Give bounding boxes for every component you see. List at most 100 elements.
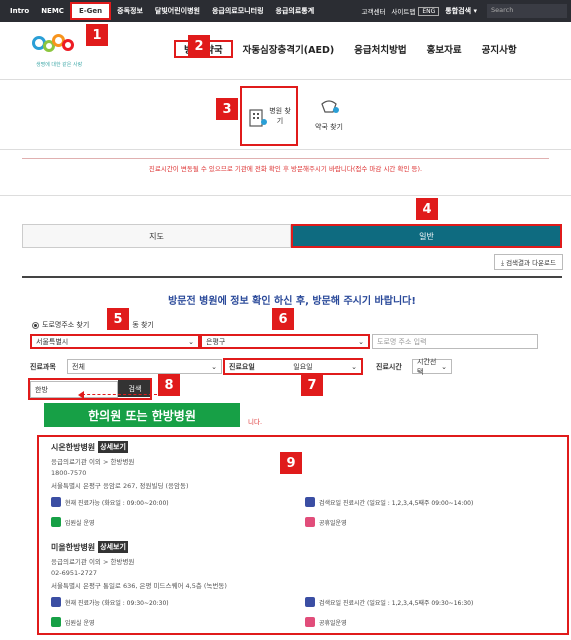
results-list: 시온한방병원 상세보기 응급의료기관 이외 > 한방병원 1800-7570 서… [37,435,569,635]
radio-road-label: 도로명주소 찾기 [42,321,90,329]
calendar-icon [305,617,315,627]
day-label: 진료요일 [229,362,255,371]
annotation-badge-3: 3 [216,98,238,120]
nav-first-aid[interactable]: 응급처치방법 [344,40,416,58]
status-search: 검색요일 진료시간 (일요일 : 1,2,3,4,5째주 09:30~16:30… [319,599,474,607]
calendar-icon [305,517,315,527]
filter-box: 방문전 병원에 정보 확인 하신 후, 방문해 주시기 바랍니다! 도로명주소 … [22,276,562,424]
hospital-phone: 02-6951-2727 [51,569,98,577]
tab-pharmacy-search[interactable]: 약국 찾기 [300,86,358,146]
holiday-status: 공휴일운영 [319,519,347,527]
tab-hospital-search[interactable]: 병원 찾기 [240,86,298,146]
detail-button[interactable]: 상세보기 [98,541,128,553]
time-select-value: 시간선택 [417,357,437,376]
annotation-badge-5: 5 [107,308,129,330]
status-search: 검색요일 진료시간 (일요일 : 1,2,3,4,5째주 09:00~14:00… [319,499,474,507]
topbar-sitemap[interactable]: 사이트맵 [388,6,418,16]
road-address-input[interactable]: 도로명 주소 입력 [372,334,538,349]
clock-icon [51,597,61,607]
nav-aed[interactable]: 자동심장충격기(AED) [233,40,345,58]
holiday-status: 공휴일운영 [319,619,347,627]
chevron-down-icon: ⌄ [441,362,447,371]
lang-button[interactable]: ENG [418,6,440,16]
filter-headline: 방문전 병원에 정보 확인 하신 후, 방문해 주시기 바랍니다! [168,296,416,307]
nav-notice[interactable]: 공지사항 [472,40,527,58]
annotation-badge-6: 6 [272,308,294,330]
tab-general[interactable]: 일반 [291,224,562,248]
radio-group: 도로명주소 찾기 동 찾기 [32,320,154,330]
dept-select-value: 전체 [72,362,85,371]
district-select-value: 은평구 [206,337,226,346]
pharmacy-icon [318,96,340,116]
topbar-egen[interactable]: E-Gen [69,2,112,20]
hospital-name[interactable]: 미올한방병원 [51,542,95,553]
view-tabs: 지도 일반 [22,224,562,248]
chevron-down-icon: ⌄ [351,362,357,371]
topbar-poison[interactable]: 중독정보 [111,6,149,16]
list-item: 미올한방병원 상세보기 응급의료기관 이외 > 한방병원 02-6951-272… [51,541,561,633]
annotation-badge-9: 9 [280,452,302,474]
integrated-search[interactable]: 통합검색 ▾ [439,6,483,16]
radio-road-address[interactable] [32,321,39,329]
day-select-value: 일요일 [293,362,313,371]
hospital-type: 응급의료기관 이외 > 한방병원 [51,458,135,466]
tab-hospital-label: 병원 찾기 [269,107,291,125]
bed-icon [51,517,61,527]
topbar-statistics[interactable]: 응급의료통계 [270,6,321,16]
chevron-down-icon: ⌄ [358,337,364,346]
dept-select[interactable]: 전체 ⌄ [67,359,222,374]
chevron-down-icon: ⌄ [211,362,217,371]
annotation-badge-8: 8 [158,374,180,396]
annotation-badge-7: 7 [301,374,323,396]
logo[interactable]: 생명에 대한 같은 사랑 [30,30,83,70]
day-select[interactable]: 진료요일 일요일 ⌄ [223,358,363,375]
hospital-phone: 1800-7570 [51,469,87,477]
annotation-badge-2: 2 [188,35,210,57]
tab-map[interactable]: 지도 [22,224,291,248]
city-select[interactable]: 서울특별시 ⌄ [30,334,200,349]
notice-text: 진료시간이 변동될 수 있으므로 기관에 전화 확인 후 방문해주시기 바랍니다… [22,158,549,173]
inpatient-status: 입원실 운영 [65,519,95,527]
inpatient-status: 입원실 운영 [65,619,95,627]
topbar-monitoring[interactable]: 응급의료모니터링 [206,6,270,16]
status-now: 현재 진료가능 (화요일 : 09:00~20:00) [65,499,169,507]
status-now: 현재 진료가능 (화요일 : 09:30~20:30) [65,599,169,607]
topbar-moonlight[interactable]: 달빛어린이병원 [149,6,206,16]
nav-pr[interactable]: 홍보자료 [417,40,472,58]
clock-icon [51,497,61,507]
sub-tabs: 병원 찾기 약국 찾기 [0,80,571,150]
arrow-head [78,391,84,399]
topbar-support[interactable]: 고객센터 [359,6,389,16]
top-bar: Intro NEMC E-Gen 중독정보 달빛어린이병원 응급의료모니터링 응… [0,0,571,22]
annotation-label: 한의원 또는 한방병원 [44,403,240,427]
annotation-badge-4: 4 [416,198,438,220]
detail-button[interactable]: 상세보기 [98,441,128,453]
dept-label: 진료과목 [30,363,56,371]
hospital-icon [246,108,268,128]
topbar-intro[interactable]: Intro [4,7,35,15]
radio-dong-label: 동 찾기 [132,321,154,329]
bed-icon [51,617,61,627]
list-item: 시온한방병원 상세보기 응급의료기관 이외 > 한방병원 1800-7570 서… [51,441,561,533]
time-select[interactable]: 시간선택 ⌄ [412,357,452,376]
arrow-line [82,394,157,395]
time-label: 진료시간 [376,363,402,371]
logo-circle [62,39,74,51]
download-results-button[interactable]: ⤓ 검색결과 다운로드 [494,254,563,270]
hospital-type: 응급의료기관 이외 > 한방병원 [51,558,135,566]
district-select[interactable]: 은평구 ⌄ [200,334,370,349]
tab-pharmacy-label: 약국 찾기 [315,123,343,131]
hospital-name[interactable]: 시온한방병원 [51,442,95,453]
result-note: 니다. [248,418,263,426]
main-nav: 병원.약국 자동심장충격기(AED) 응급처치방법 홍보자료 공지사항 [174,40,527,58]
keyword-highlight [28,378,152,400]
city-select-value: 서울특별시 [36,337,69,346]
chevron-down-icon: ⌄ [188,337,194,346]
clock-icon [305,597,315,607]
logo-slogan: 생명에 대한 같은 사랑 [36,62,83,68]
topbar-nemc[interactable]: NEMC [35,7,70,15]
search-input[interactable]: Search [487,4,567,18]
hospital-address: 서울특별시 은평구 응암로 267, 정원빌딩 (응암동) [51,482,189,490]
clock-icon [305,497,315,507]
hospital-address: 서울특별시 은평구 통일로 636, 은평 미드스퀘어 4,5층 (녹번동) [51,582,227,590]
